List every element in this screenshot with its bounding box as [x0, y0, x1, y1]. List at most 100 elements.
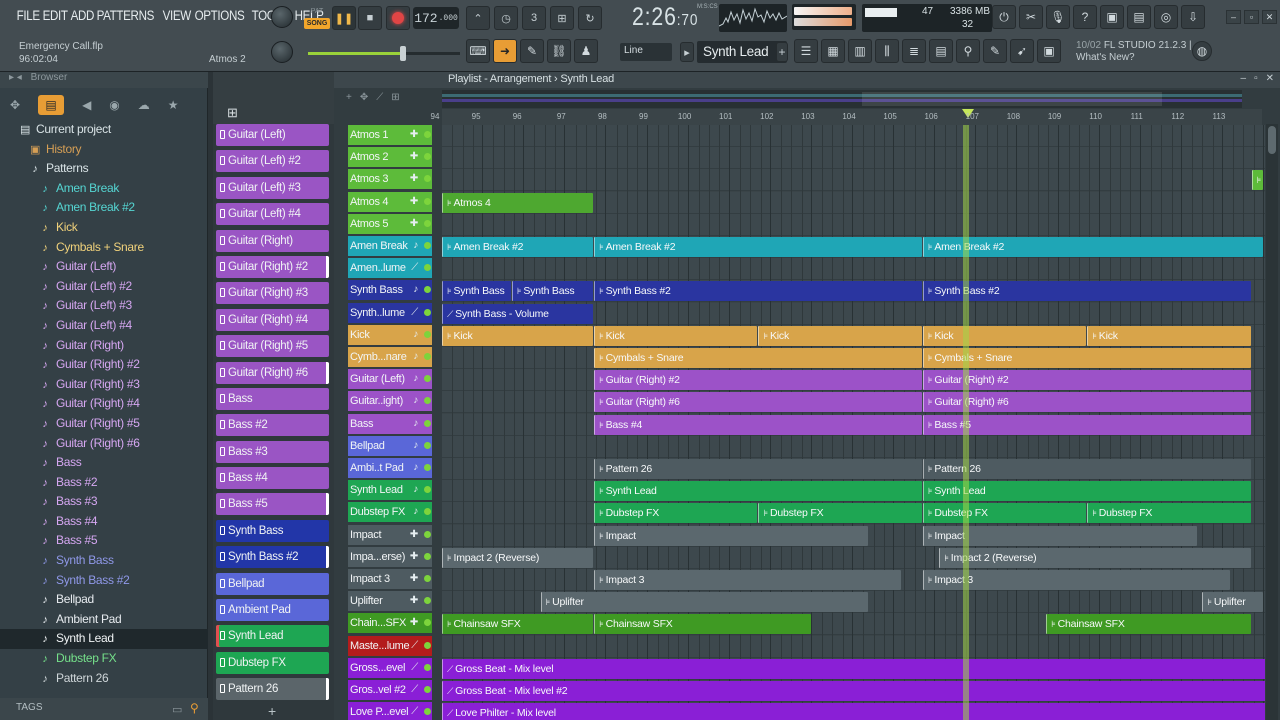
track-mute-led[interactable] — [424, 131, 431, 138]
playlist-clip[interactable]: ⊧ Kick — [1087, 325, 1251, 346]
track-mute-led[interactable] — [424, 552, 431, 560]
picker-item[interactable]: Bass #5 — [216, 493, 329, 516]
step-edit-icon[interactable]: ⊞ — [550, 6, 574, 30]
playlist-clip[interactable]: ⟋ Gross Beat - Mix level — [442, 658, 1265, 679]
arrow-right-icon[interactable]: ➜ — [493, 39, 517, 63]
master-volume-knob[interactable] — [271, 6, 293, 28]
picker-item[interactable]: Bass — [216, 387, 329, 410]
playlist-clip[interactable]: ⊧ Impact — [594, 525, 869, 546]
track-mute-led[interactable] — [424, 286, 431, 294]
stop-button[interactable]: ■ — [358, 6, 382, 30]
time-format-label[interactable]: M:S:CS — [697, 4, 718, 10]
tree-item[interactable]: ♪ Guitar (Right) #3 — [0, 375, 208, 395]
track-mute-led[interactable] — [424, 708, 431, 716]
loop-record-icon[interactable]: ↻ — [578, 6, 602, 30]
playlist-clip[interactable]: ⊧ Guitar (Right) #6 — [922, 392, 1251, 413]
playlist-clip[interactable]: ⊧ Kick — [922, 325, 1087, 346]
menu-options[interactable]: OPTIONS — [192, 8, 247, 23]
current-project-tab-icon[interactable]: ▤ — [38, 95, 65, 115]
playlist-clip[interactable]: ⊧ — [1251, 170, 1263, 191]
playlist-clip[interactable]: ⟋ Synth Bass - Volume — [442, 303, 594, 324]
maximize-icon[interactable]: ▫ — [1244, 10, 1259, 24]
track-header[interactable]: Maste...lume ⟋ — [348, 635, 432, 656]
stamp-icon[interactable]: ♟ — [574, 39, 598, 63]
folder-icon[interactable]: ▭ — [172, 703, 182, 716]
track-header[interactable]: Bellpad ♪ — [348, 435, 432, 456]
track-header[interactable]: Synth Lead ♪ — [348, 480, 432, 501]
tree-item[interactable]: ♪ Ambient Pad — [0, 610, 208, 630]
plugin-icon[interactable]: ⚲ — [956, 39, 980, 63]
track-mute-led[interactable] — [424, 197, 431, 205]
track-header[interactable]: Cymb...nare ♪ — [348, 347, 432, 367]
track-header[interactable]: Guitar..ight) ♪ — [348, 391, 432, 412]
playlist-clip[interactable]: ⊧ Dubstep FX — [758, 503, 922, 524]
track-header[interactable]: Synth Bass ♪ — [348, 280, 432, 301]
help-icon[interactable]: ? — [1073, 5, 1097, 29]
track-mute-led[interactable] — [424, 353, 431, 360]
tree-item[interactable]: ♪ Guitar (Right) #4 — [0, 394, 208, 414]
picker-item[interactable]: Guitar (Left) #3 — [216, 176, 329, 199]
close-icon[interactable]: ✕ — [1262, 10, 1277, 24]
track-mute-led[interactable] — [424, 375, 431, 383]
track-mute-led[interactable] — [424, 486, 431, 494]
track-mute-led[interactable] — [424, 508, 431, 516]
track-mute-led[interactable] — [424, 419, 431, 427]
track-mute-led[interactable] — [424, 575, 431, 582]
playlist-clip[interactable]: ⊧ Cymbals + Snare — [594, 348, 922, 368]
tree-item[interactable]: ♪ Guitar (Right) #6 — [0, 434, 208, 454]
track-header[interactable]: Kick ♪ — [348, 324, 432, 345]
download-icon[interactable]: ⇩ — [1181, 5, 1205, 29]
track-mute-led[interactable] — [424, 663, 431, 671]
track-mute-led[interactable] — [424, 219, 431, 227]
link-icon[interactable]: ⛓ — [547, 39, 571, 63]
track-lane[interactable] — [442, 169, 1265, 192]
vertical-scrollbar[interactable] — [1266, 124, 1278, 720]
playlist-clip[interactable]: ⊧ Uplifter — [540, 592, 869, 613]
picker-item[interactable]: Guitar (Left) #2 — [216, 150, 329, 173]
tree-item[interactable]: ♪ Bellpad — [0, 590, 208, 610]
picker-item[interactable]: Guitar (Right) #6 — [216, 361, 329, 384]
arrangement-grid[interactable]: ⊧ ⊧ Atmos 4 ⊧ Amen Break #2 ⊧ Amen Break #2 ⊧ Am… — [442, 125, 1265, 720]
playlist-clip[interactable]: ⊧ Synth Bass #2 — [594, 281, 922, 302]
search-icon[interactable]: ⚲ — [190, 701, 199, 715]
playlist-clip[interactable]: ⊧ Cymbals + Snare — [922, 348, 1251, 368]
playlist-overview[interactable] — [442, 90, 1242, 108]
track-mute-led[interactable] — [424, 597, 431, 605]
track-header[interactable]: Gross...evel ⟋ — [348, 657, 432, 678]
export-icon[interactable]: ▤ — [1127, 5, 1151, 29]
tree-item[interactable]: ♪ Kick — [0, 218, 208, 238]
track-mute-led[interactable] — [424, 175, 431, 183]
tree-item[interactable]: ▣ History — [0, 140, 208, 160]
move-icon[interactable]: ✥ — [360, 92, 368, 103]
track-header[interactable]: Atmos 1 ✚ — [348, 125, 432, 145]
playlist-clip[interactable]: ⊧ Chainsaw SFX — [594, 614, 811, 635]
cloud-icon[interactable]: ☁ — [138, 98, 150, 112]
tree-item[interactable]: ♪ Guitar (Right) — [0, 336, 208, 356]
track-header[interactable]: Gros..vel #2 ⟋ — [348, 680, 432, 700]
tree-item[interactable]: ♪ Bass #4 — [0, 512, 208, 532]
piano-roll-icon[interactable]: ▦ — [821, 39, 845, 63]
track-mute-led[interactable] — [424, 397, 431, 405]
tree-item[interactable]: ♪ Bass #5 — [0, 531, 208, 551]
tree-item[interactable]: ♪ Patterns — [0, 159, 208, 179]
tree-item[interactable]: ♪ Cymbals + Snare — [0, 238, 208, 258]
tools-icon[interactable]: ✂ — [1019, 5, 1043, 29]
picker-item[interactable]: Bass #2 — [216, 414, 329, 437]
picker-item[interactable]: Guitar (Left) #4 — [216, 203, 329, 226]
playlist-clip[interactable]: ⊧ Guitar (Right) #6 — [594, 392, 922, 413]
snap-selector[interactable]: Line — [620, 43, 672, 61]
track-mute-led[interactable] — [424, 308, 431, 316]
mic-record-icon[interactable]: ✎ — [983, 39, 1007, 63]
track-mute-led[interactable] — [424, 464, 431, 471]
channel-rack-icon[interactable]: ▥ — [848, 39, 872, 63]
track-header[interactable]: Atmos 5 ✚ — [348, 213, 432, 234]
main-pitch-slider[interactable] — [308, 46, 460, 61]
picker-item[interactable]: Guitar (Right) #3 — [216, 282, 329, 305]
plugin-db-icon[interactable]: ◉ — [109, 98, 119, 112]
minimize-icon[interactable]: – — [1241, 73, 1247, 84]
track-header[interactable]: Guitar (Left) ♪ — [348, 369, 432, 390]
playlist-clip[interactable]: ⊧ Impact 2 (Reverse) — [442, 547, 594, 568]
picker-item[interactable]: Bass #3 — [216, 440, 329, 463]
playlist-clip[interactable]: ⊧ Amen Break #2 — [594, 237, 922, 257]
track-header[interactable]: Amen Break ♪ — [348, 236, 432, 256]
